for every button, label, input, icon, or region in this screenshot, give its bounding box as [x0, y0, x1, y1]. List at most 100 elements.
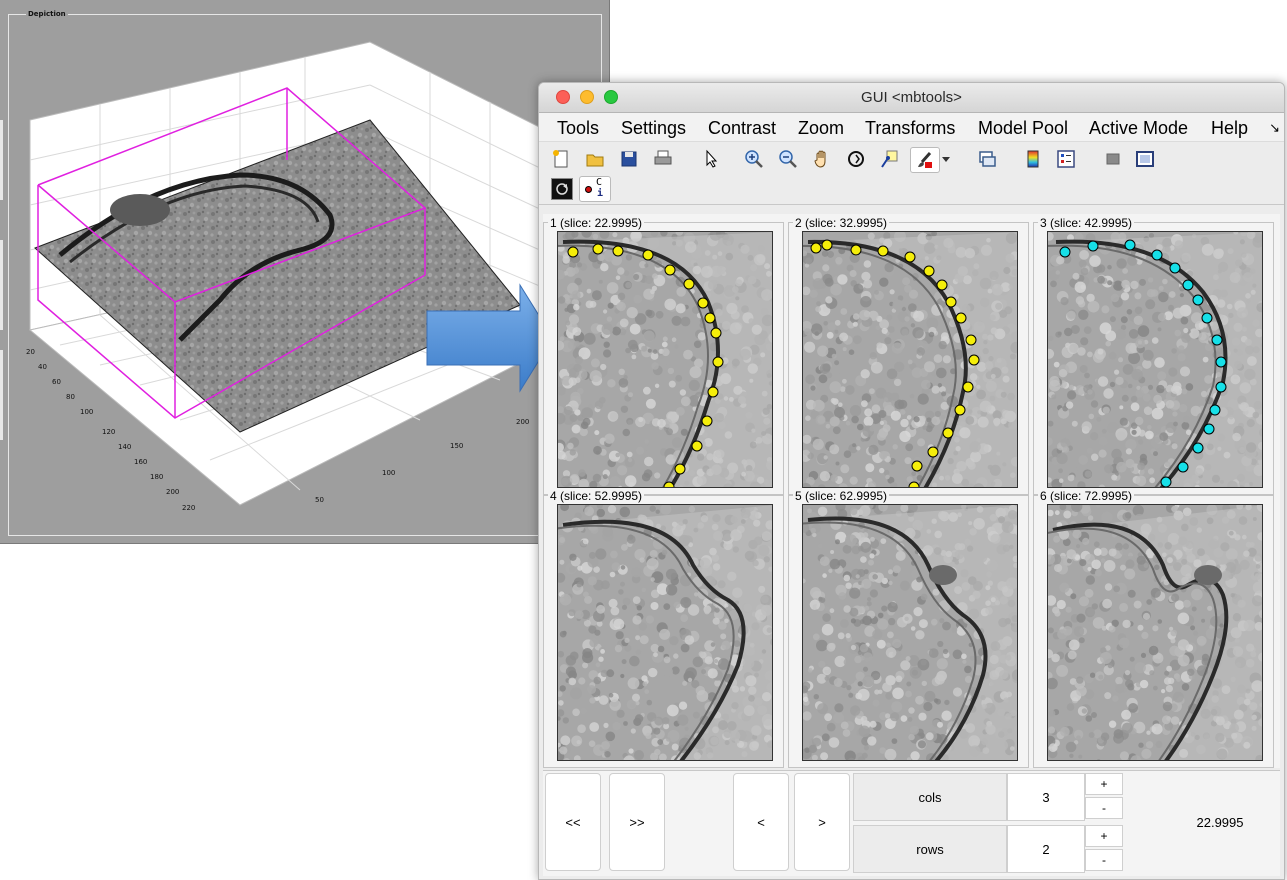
membrane-point-marker[interactable]: [1182, 279, 1194, 291]
membrane-point-marker[interactable]: [1203, 423, 1215, 435]
membrane-point-marker[interactable]: [965, 334, 977, 346]
slice-image[interactable]: [1047, 231, 1263, 488]
title-bar[interactable]: GUI <mbtools>: [539, 83, 1284, 113]
membrane-point-marker[interactable]: [968, 354, 980, 366]
show-tools-icon[interactable]: [1133, 147, 1157, 171]
first-slice-button[interactable]: <<: [545, 773, 601, 871]
membrane-point-marker[interactable]: [592, 243, 604, 255]
rows-decrement-button[interactable]: -: [1085, 849, 1123, 871]
membrane-point-marker[interactable]: [810, 242, 822, 254]
membrane-point-marker[interactable]: [945, 296, 957, 308]
membrane-point-marker[interactable]: [674, 463, 686, 475]
dropdown-arrow-icon[interactable]: [940, 147, 952, 171]
membrane-point-marker[interactable]: [927, 446, 939, 458]
membrane-point-marker[interactable]: [923, 265, 935, 277]
membrane-point-marker[interactable]: [1169, 262, 1181, 274]
next-slice-button[interactable]: >: [794, 773, 850, 871]
membrane-point-marker[interactable]: [1215, 381, 1227, 393]
membrane-point-marker[interactable]: [1209, 404, 1221, 416]
membrane-point-marker[interactable]: [1211, 334, 1223, 346]
point-picker-button[interactable]: C i: [579, 176, 611, 202]
membrane-point-marker[interactable]: [911, 460, 923, 472]
slice-image[interactable]: [802, 504, 1018, 761]
data-cursor-icon[interactable]: [878, 147, 902, 171]
legend-icon[interactable]: [1054, 147, 1078, 171]
slice-panel-1[interactable]: 1 (slice: 22.9995): [543, 216, 784, 495]
colorbar-icon[interactable]: [1021, 147, 1045, 171]
membrane-point-marker[interactable]: [1124, 239, 1136, 251]
slice-image[interactable]: [557, 504, 773, 761]
menu-overflow-icon[interactable]: ↘: [1269, 120, 1280, 136]
slice-panel-5[interactable]: 5 (slice: 62.9995): [788, 489, 1029, 768]
3d-axes-plot[interactable]: 20 40 60 80 100 120 140 160 180 200 220 …: [0, 0, 609, 543]
membrane-point-marker[interactable]: [1177, 461, 1189, 473]
rotate-3d-icon[interactable]: [844, 147, 868, 171]
save-icon[interactable]: [617, 147, 641, 171]
membrane-point-marker[interactable]: [683, 278, 695, 290]
rows-field[interactable]: 2: [1007, 825, 1085, 873]
membrane-point-marker[interactable]: [962, 381, 974, 393]
membrane-point-marker[interactable]: [710, 327, 722, 339]
menu-help[interactable]: Help: [1211, 118, 1248, 139]
link-plot-icon[interactable]: [975, 147, 999, 171]
membrane-point-marker[interactable]: [697, 297, 709, 309]
membrane-point-marker[interactable]: [691, 440, 703, 452]
slice-image[interactable]: [1047, 504, 1263, 761]
membrane-point-marker[interactable]: [908, 481, 920, 488]
zoom-out-icon[interactable]: [776, 147, 800, 171]
membrane-point-marker[interactable]: [955, 312, 967, 324]
last-slice-button[interactable]: >>: [609, 773, 665, 871]
membrane-point-marker[interactable]: [1201, 312, 1213, 324]
membrane-point-marker[interactable]: [850, 244, 862, 256]
membrane-point-marker[interactable]: [942, 427, 954, 439]
pan-hand-icon[interactable]: [810, 147, 834, 171]
membrane-point-marker[interactable]: [1151, 249, 1163, 261]
membrane-point-marker[interactable]: [877, 245, 889, 257]
cols-field[interactable]: 3: [1007, 773, 1085, 821]
menu-zoom[interactable]: Zoom: [798, 118, 844, 139]
membrane-point-marker[interactable]: [821, 239, 833, 251]
menu-active-mode[interactable]: Active Mode: [1089, 118, 1188, 139]
membrane-point-marker[interactable]: [567, 246, 579, 258]
membrane-point-marker[interactable]: [663, 481, 675, 488]
previous-slice-button[interactable]: <: [733, 773, 789, 871]
rows-increment-button[interactable]: +: [1085, 825, 1123, 847]
membrane-point-marker[interactable]: [1160, 476, 1172, 487]
menu-settings[interactable]: Settings: [621, 118, 686, 139]
membrane-point-marker[interactable]: [904, 251, 916, 263]
membrane-point-marker[interactable]: [1192, 442, 1204, 454]
membrane-point-marker[interactable]: [612, 245, 624, 257]
brush-icon[interactable]: [910, 147, 940, 173]
membrane-point-marker[interactable]: [704, 312, 716, 324]
slice-image[interactable]: [557, 231, 773, 488]
slice-panel-3[interactable]: 3 (slice: 42.9995): [1033, 216, 1274, 495]
menu-tools[interactable]: Tools: [557, 118, 599, 139]
slice-panel-4[interactable]: 4 (slice: 52.9995): [543, 489, 784, 768]
slice-panel-2[interactable]: 2 (slice: 32.9995): [788, 216, 1029, 495]
pointer-icon[interactable]: [699, 147, 723, 171]
print-icon[interactable]: [651, 147, 675, 171]
menu-transforms[interactable]: Transforms: [865, 118, 955, 139]
membrane-point-marker[interactable]: [642, 249, 654, 261]
zoom-in-icon[interactable]: [742, 147, 766, 171]
cols-increment-button[interactable]: +: [1085, 773, 1123, 795]
membrane-point-marker[interactable]: [1059, 246, 1071, 258]
membrane-point-marker[interactable]: [1215, 356, 1227, 368]
slice-image[interactable]: [802, 231, 1018, 488]
membrane-point-marker[interactable]: [664, 264, 676, 276]
menu-model-pool[interactable]: Model Pool: [978, 118, 1068, 139]
hide-tools-icon[interactable]: [1101, 147, 1125, 171]
menu-contrast[interactable]: Contrast: [708, 118, 776, 139]
membrane-point-marker[interactable]: [1087, 240, 1099, 252]
membrane-point-marker[interactable]: [954, 404, 966, 416]
membrane-point-marker[interactable]: [701, 415, 713, 427]
membrane-point-marker[interactable]: [712, 356, 724, 368]
cols-decrement-button[interactable]: -: [1085, 797, 1123, 819]
membrane-point-marker[interactable]: [936, 279, 948, 291]
membrane-point-marker[interactable]: [1192, 294, 1204, 306]
refresh-icon[interactable]: [551, 178, 573, 200]
slice-panel-6[interactable]: 6 (slice: 72.9995): [1033, 489, 1274, 768]
membrane-point-marker[interactable]: [707, 386, 719, 398]
new-file-icon[interactable]: [549, 147, 573, 171]
open-folder-icon[interactable]: [583, 147, 607, 171]
